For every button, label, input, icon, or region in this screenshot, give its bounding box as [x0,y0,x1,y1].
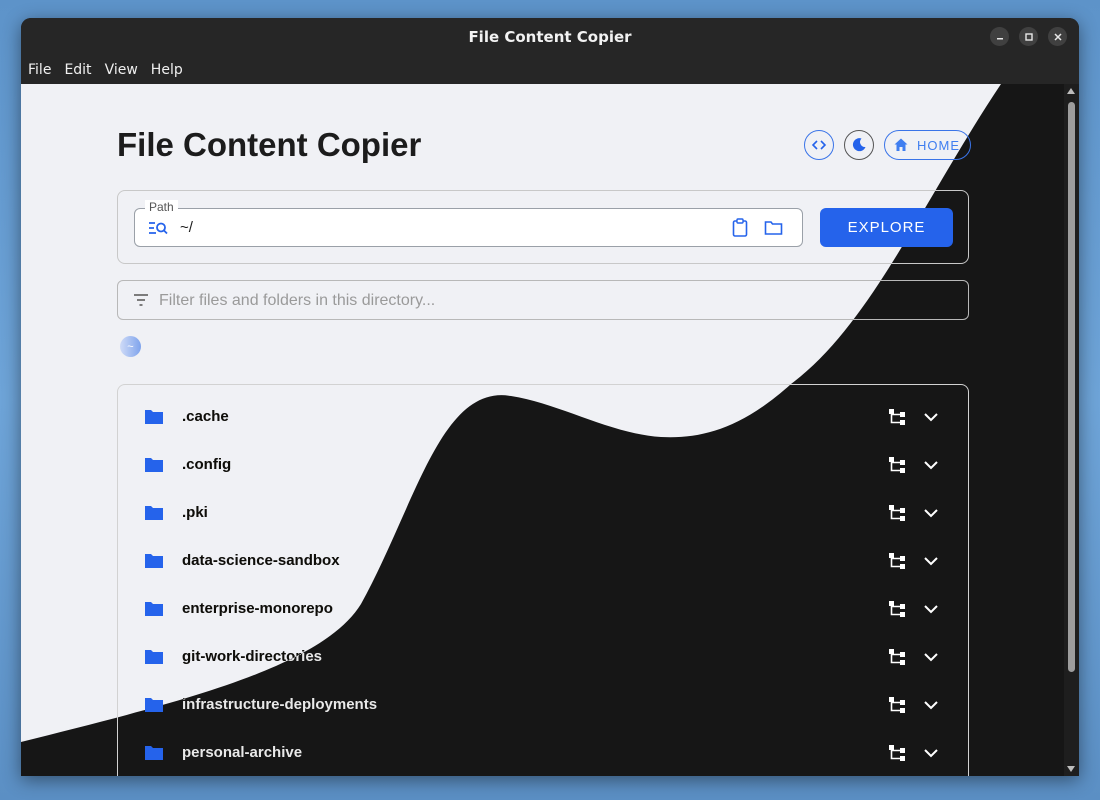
theme-toggle-button[interactable] [844,130,874,160]
filter-icon [134,294,148,306]
folder-icon [145,746,163,760]
list-item[interactable]: git-work-directories [118,634,970,682]
home-icon [894,138,908,151]
chevron-down-icon[interactable] [923,410,939,424]
breadcrumb-home-chip[interactable]: ~ [120,336,141,357]
chevron-down-icon[interactable] [923,650,939,664]
close-icon [1053,32,1062,41]
folder-name: enterprise-monorepo [182,600,333,617]
chevron-down-icon[interactable] [923,746,939,760]
clipboard-icon[interactable] [731,218,749,237]
folder-icon [145,554,163,568]
folder-open-icon[interactable] [764,219,783,236]
chevron-down-icon[interactable] [923,506,939,520]
chevron-down-icon[interactable] [923,458,939,472]
folder-name: data-science-sandbox [182,552,340,569]
scroll-thumb[interactable] [1068,102,1075,672]
folder-list: .cache .config .pki data-science-sandbox [117,384,969,776]
folder-name: .pki [182,504,208,521]
search-list-icon [149,222,168,235]
tree-icon[interactable] [888,648,906,666]
list-item[interactable]: personal-archive [118,730,970,776]
explore-button[interactable]: EXPLORE [820,208,953,247]
tree-icon[interactable] [888,744,906,762]
filter-placeholder: Filter files and folders in this directo… [159,292,436,309]
scrollbar[interactable] [1064,84,1079,776]
code-view-button[interactable] [804,130,834,160]
chevron-down-icon[interactable] [923,602,939,616]
app-content: File Content Copier HOME Path ~/ EXPLORE… [21,84,1079,776]
menu-view[interactable]: View [105,62,138,78]
tree-icon[interactable] [888,456,906,474]
folder-name: infrastructure-deployments [182,696,378,713]
filter-input[interactable]: Filter files and folders in this directo… [117,280,969,320]
list-item[interactable]: .config [118,442,970,490]
list-item[interactable]: enterprise-monorepo [118,586,970,634]
folder-icon [145,410,163,424]
window-title: File Content Copier [468,27,632,46]
chevron-down-icon[interactable] [923,554,939,568]
app-window: File Content Copier File Edit View Help [21,18,1079,776]
tree-icon[interactable] [888,696,906,714]
header-actions: HOME [804,130,971,160]
folder-icon [145,698,163,712]
path-card: Path ~/ EXPLORE [117,190,969,264]
folder-icon [145,506,163,520]
maximize-button[interactable] [1019,27,1038,46]
code-icon [811,140,827,150]
path-label: Path [145,200,178,214]
minimize-icon [996,37,1003,39]
tree-icon[interactable] [888,504,906,522]
moon-icon [852,138,866,152]
window-controls [990,27,1067,46]
page-title: File Content Copier [117,126,422,163]
tree-icon[interactable] [888,600,906,618]
close-button[interactable] [1048,27,1067,46]
chevron-down-icon[interactable] [923,698,939,712]
maximize-icon [1024,32,1033,41]
tree-icon[interactable] [888,552,906,570]
folder-icon [145,458,163,472]
tree-icon[interactable] [888,408,906,426]
folder-name: git-work-directories [182,648,323,665]
title-bar[interactable]: File Content Copier [21,18,1079,55]
folder-name: .config [182,456,232,473]
menu-help[interactable]: Help [151,62,183,78]
path-input[interactable]: Path ~/ [134,200,803,247]
list-item[interactable]: .pki [118,490,970,538]
path-value: ~/ [180,219,193,236]
menu-file[interactable]: File [28,62,51,78]
folder-name: .cache [182,408,229,425]
list-item[interactable]: .cache [118,394,970,442]
scroll-up-icon[interactable] [1067,88,1075,94]
folder-icon [145,602,163,616]
minimize-button[interactable] [990,27,1009,46]
scroll-down-icon[interactable] [1067,766,1075,772]
folder-name: personal-archive [182,744,303,761]
menu-bar: File Edit View Help [21,55,1079,84]
list-item[interactable]: data-science-sandbox [118,538,970,586]
folder-icon [145,650,163,664]
list-item[interactable]: infrastructure-deployments [118,682,970,730]
home-label: HOME [917,137,960,153]
home-button[interactable]: HOME [884,130,971,160]
menu-edit[interactable]: Edit [64,62,91,78]
